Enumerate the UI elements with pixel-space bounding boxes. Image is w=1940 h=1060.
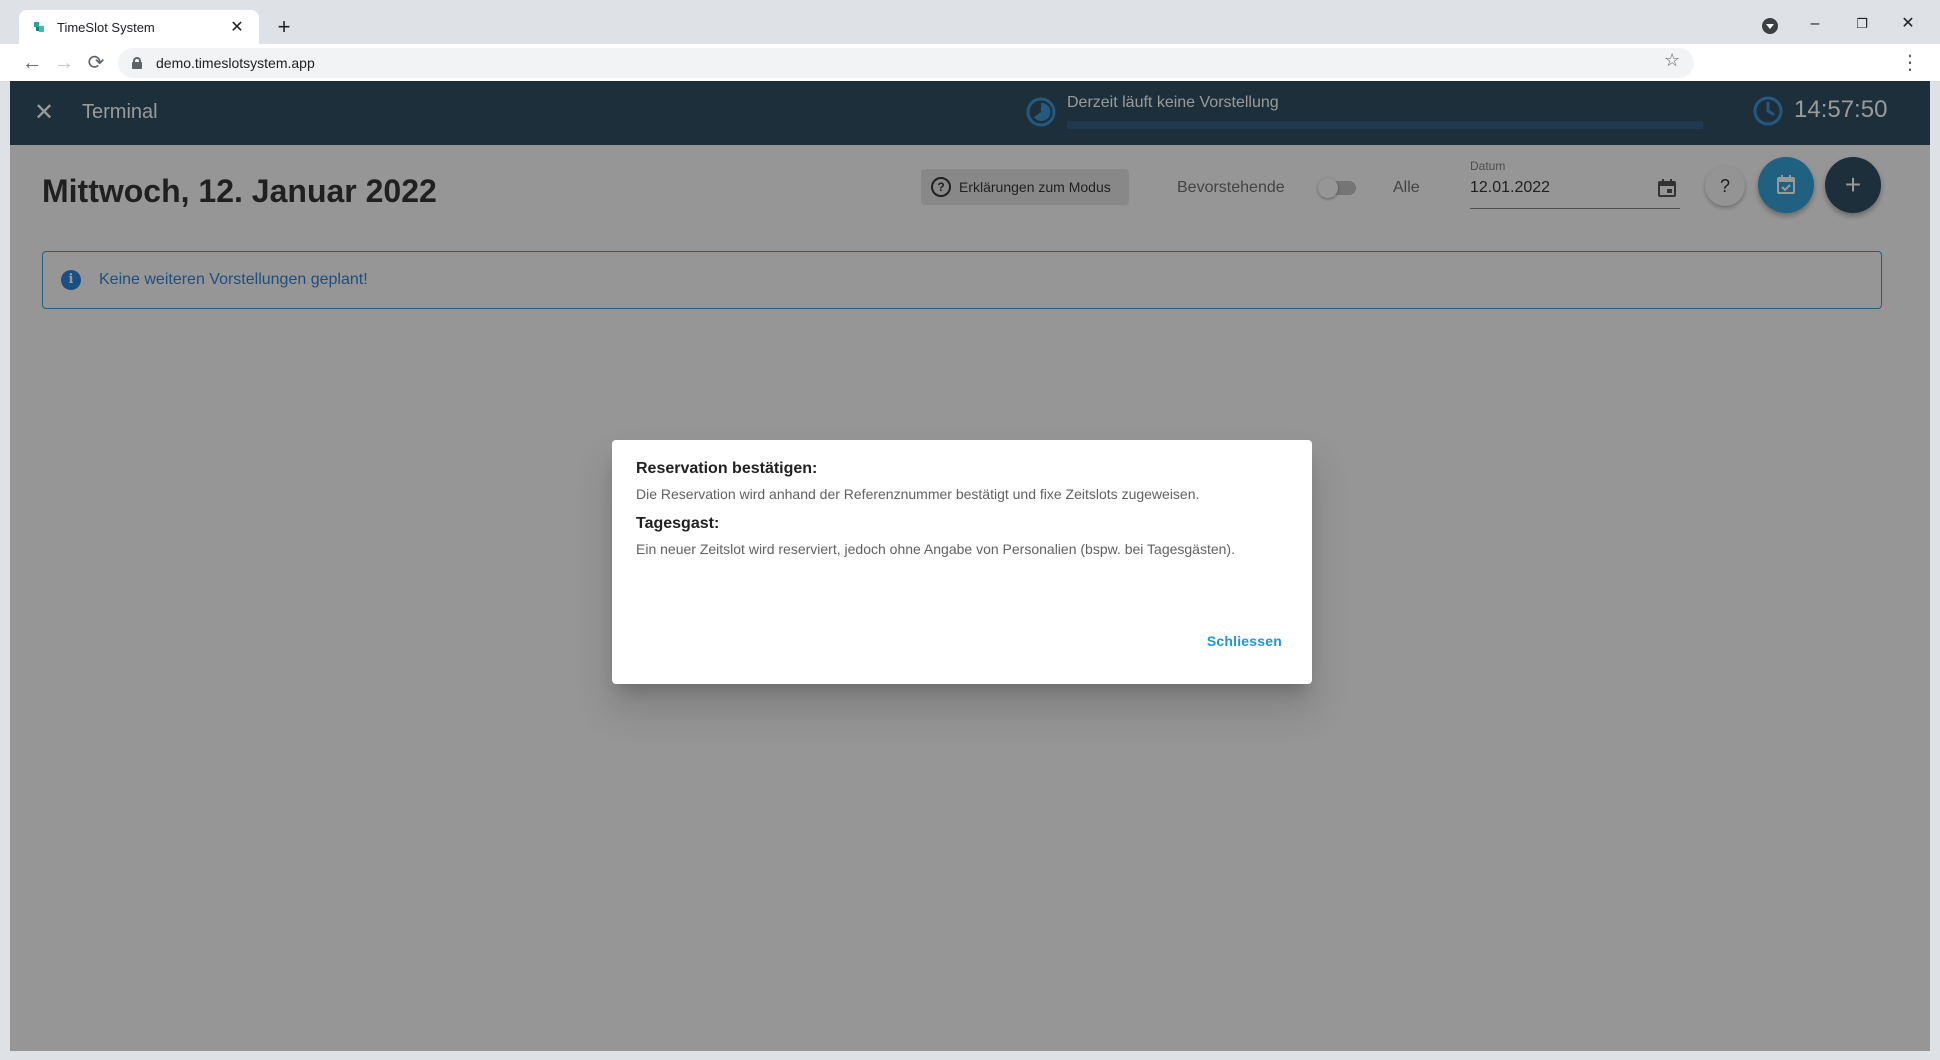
browser-toolbar: ← → ⟳ demo.timeslotsystem.app ☆ ⋮ <box>0 44 1940 82</box>
browser-tab[interactable]: TimeSlot System ✕ <box>19 10 259 44</box>
minimize-button[interactable]: – <box>1795 10 1835 38</box>
timeslot-logo-icon <box>31 19 47 35</box>
tab-close-icon[interactable]: ✕ <box>227 17 247 37</box>
dialog-close-button[interactable]: Schliessen <box>1207 633 1282 649</box>
dialog-text-daily-guest: Ein neuer Zeitslot wird reserviert, jedo… <box>636 541 1235 557</box>
browser-menu-icon[interactable]: ⋮ <box>1900 50 1920 75</box>
dialog-text-reservation: Die Reservation wird anhand der Referenz… <box>636 486 1200 502</box>
url-text: demo.timeslotsystem.app <box>156 55 315 71</box>
browser-tabstrip: TimeSlot System ✕ + – ❐ ✕ <box>0 0 1940 44</box>
tab-title: TimeSlot System <box>57 19 155 35</box>
reload-icon[interactable]: ⟳ <box>82 49 110 77</box>
address-bar[interactable]: demo.timeslotsystem.app <box>118 48 1694 78</box>
dialog-heading-reservation: Reservation bestätigen: <box>636 460 818 477</box>
profile-menu-icon[interactable] <box>1762 18 1778 34</box>
bookmark-star-icon[interactable]: ☆ <box>1664 50 1680 71</box>
mode-explanation-dialog: Reservation bestätigen: Die Reservation … <box>612 440 1312 684</box>
new-tab-button[interactable]: + <box>270 14 298 42</box>
window-bottom-border <box>0 1051 1940 1060</box>
back-arrow-icon[interactable]: ← <box>18 49 46 77</box>
forward-arrow-icon[interactable]: → <box>50 49 78 77</box>
lock-icon <box>132 57 142 69</box>
window-close-button[interactable]: ✕ <box>1888 10 1928 38</box>
dialog-heading-daily-guest: Tagesgast: <box>636 515 720 532</box>
app-viewport: ✕ Terminal Derzeit läuft keine Vorstellu… <box>10 81 1930 1051</box>
restore-button[interactable]: ❐ <box>1842 10 1882 38</box>
